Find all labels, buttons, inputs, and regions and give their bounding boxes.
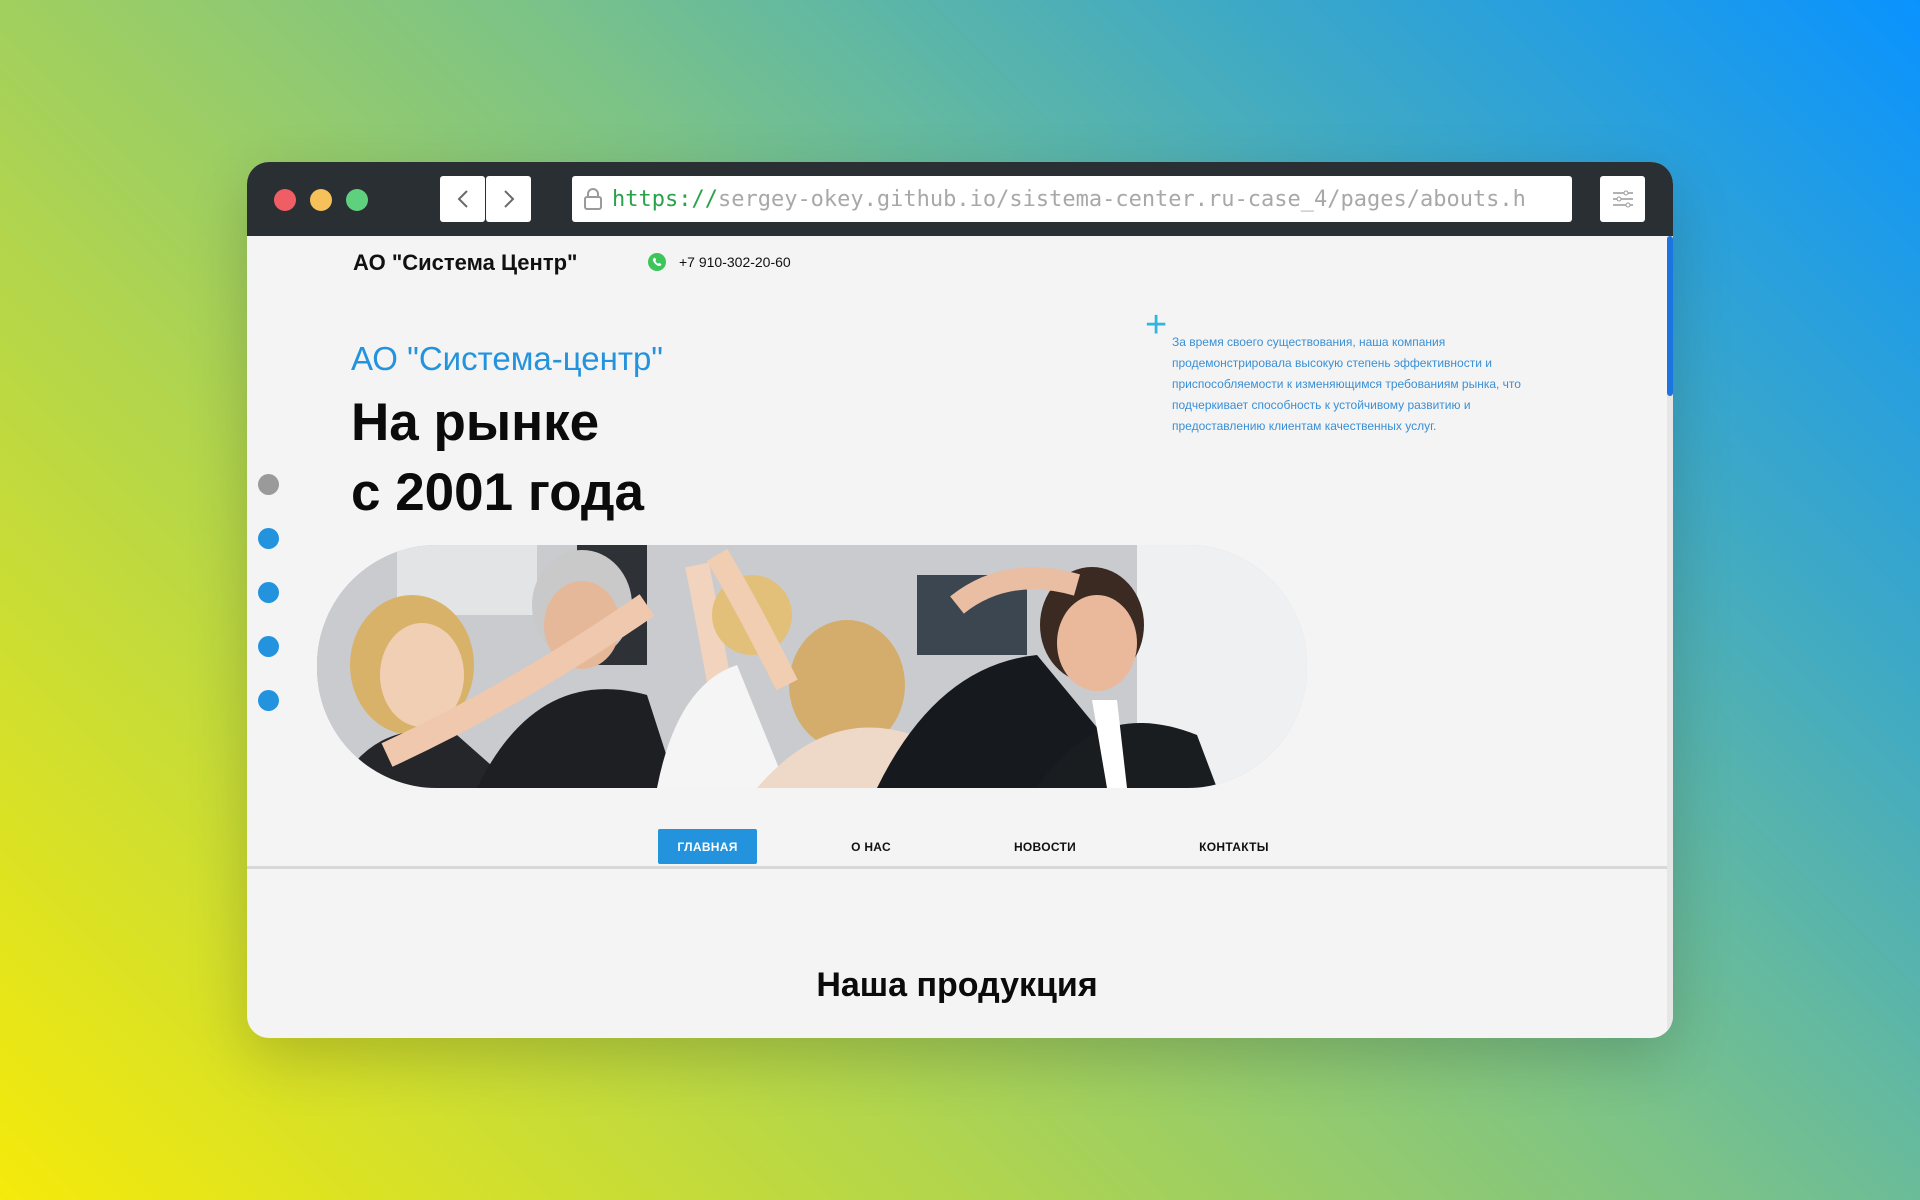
nav-item-contacts[interactable]: КОНТАКТЫ [1179, 829, 1289, 864]
browser-menu-button[interactable] [1600, 176, 1645, 222]
sliders-icon [1612, 190, 1633, 208]
company-description: За время своего существования, наша комп… [1172, 335, 1521, 433]
main-navigation: ГЛАВНАЯ О НАС НОВОСТИ КОНТАКТЫ [247, 829, 1667, 869]
chevron-right-icon [503, 190, 514, 208]
nav-item-about[interactable]: О НАС [831, 829, 911, 864]
slider-pagination [258, 474, 279, 744]
headline-line-1: На рынке [351, 393, 600, 452]
headline-line-2: с 2001 года [351, 463, 645, 522]
hero-subtitle: АО "Система-центр" [351, 340, 664, 377]
url-path: sergey-okey.github.io/sistema-center.ru-… [717, 186, 1526, 212]
slider-dot[interactable] [258, 690, 279, 711]
close-window-button[interactable] [274, 189, 296, 211]
nav-item-news[interactable]: НОВОСТИ [995, 829, 1095, 864]
slider-dot[interactable] [258, 528, 279, 549]
address-bar[interactable]: https://sergey-okey.github.io/sistema-ce… [572, 176, 1572, 222]
phone-number: +7 910-302-20-60 [679, 254, 791, 270]
back-button[interactable] [440, 176, 485, 222]
phone-contact[interactable]: +7 910-302-20-60 [647, 252, 791, 272]
browser-toolbar: https://sergey-okey.github.io/sistema-ce… [247, 162, 1673, 236]
web-page: АО "Система Центр" +7 910-302-20-60 + За… [247, 236, 1667, 1038]
hero-headline: На рынке с 2001 года [351, 388, 644, 528]
products-section-title: Наша продукция [816, 966, 1098, 1004]
browser-window: https://sergey-okey.github.io/sistema-ce… [247, 162, 1673, 1038]
whatsapp-icon [648, 253, 666, 271]
minimize-window-button[interactable] [310, 189, 332, 211]
lock-icon [584, 188, 602, 210]
plus-decoration: + [1145, 304, 1168, 346]
maximize-window-button[interactable] [346, 189, 368, 211]
slider-dot[interactable] [258, 636, 279, 657]
brand-name[interactable]: АО "Система Центр" [353, 250, 577, 276]
chevron-left-icon [457, 190, 468, 208]
nav-item-home[interactable]: ГЛАВНАЯ [658, 829, 757, 864]
slider-dot[interactable] [258, 582, 279, 603]
url-scheme: https:// [612, 186, 718, 212]
team-photo-illustration [317, 545, 1307, 788]
forward-button[interactable] [486, 176, 531, 222]
slider-dot-active[interactable] [258, 474, 279, 495]
page-scrollbar-thumb[interactable] [1667, 236, 1673, 396]
hero-team-photo [317, 545, 1307, 788]
